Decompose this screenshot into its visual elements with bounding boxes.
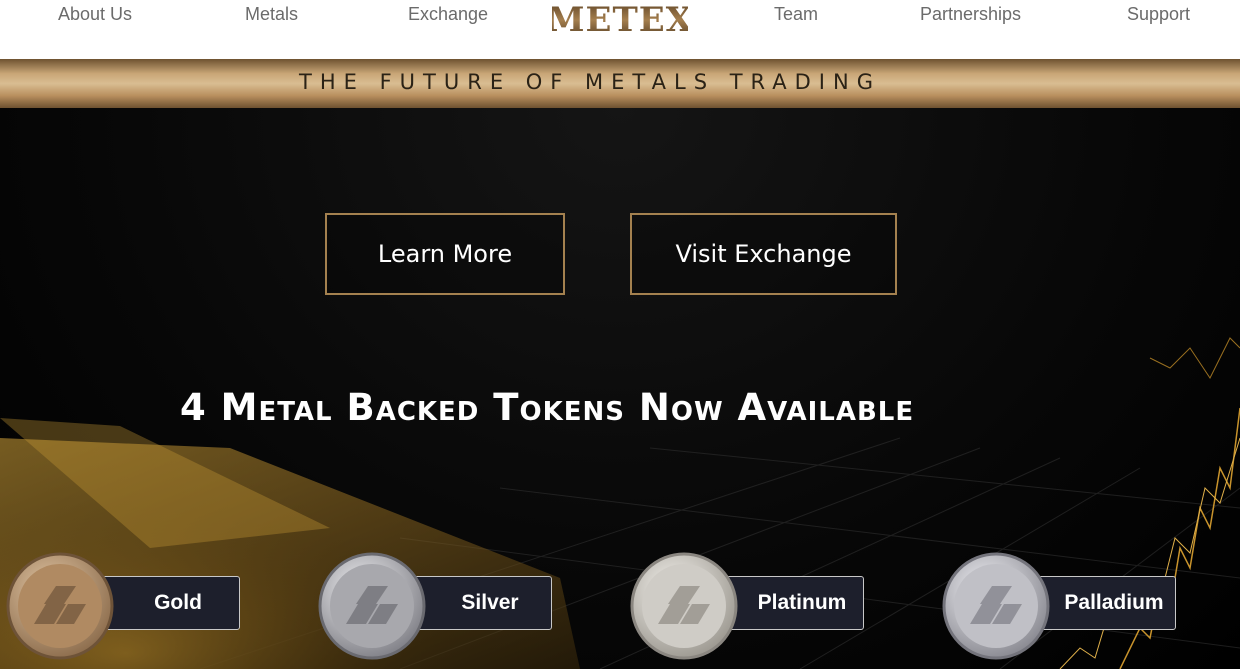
tagline-banner: THE FUTURE OF METALS TRADING (0, 59, 1240, 108)
learn-more-button[interactable]: Learn More (325, 213, 565, 295)
gold-bars-icon (6, 552, 114, 660)
nav-about-us[interactable]: About Us (58, 4, 132, 25)
token-palladium[interactable]: Palladium (940, 552, 1176, 664)
nav-team[interactable]: Team (774, 4, 818, 25)
nav-partnerships[interactable]: Partnerships (920, 4, 1021, 25)
silver-bars-icon (318, 552, 426, 660)
logo-wordmark: METEX (552, 0, 688, 36)
token-platinum-label: Platinum (726, 576, 864, 630)
hero-section: Learn More Visit Exchange 4 Metal Backed… (0, 108, 1240, 669)
token-platinum[interactable]: Platinum (628, 552, 864, 664)
palladium-bars-icon (942, 552, 1050, 660)
nav-metals[interactable]: Metals (245, 4, 298, 25)
visit-exchange-button[interactable]: Visit Exchange (630, 213, 897, 295)
tagline-text: THE FUTURE OF METALS TRADING (299, 70, 881, 94)
token-gold-label: Gold (102, 576, 240, 630)
metex-logo[interactable]: METEX (547, 0, 692, 40)
token-gold[interactable]: Gold (4, 552, 240, 664)
token-silver-label: Silver (414, 576, 552, 630)
tokens-headline: 4 Metal Backed Tokens Now Available (180, 386, 915, 429)
token-palladium-label: Palladium (1038, 576, 1176, 630)
token-silver[interactable]: Silver (316, 552, 552, 664)
nav-support[interactable]: Support (1127, 4, 1190, 25)
platinum-bars-icon (630, 552, 738, 660)
nav-exchange[interactable]: Exchange (408, 4, 488, 25)
top-navigation: About Us Metals Exchange METEX Team Part… (0, 0, 1240, 59)
